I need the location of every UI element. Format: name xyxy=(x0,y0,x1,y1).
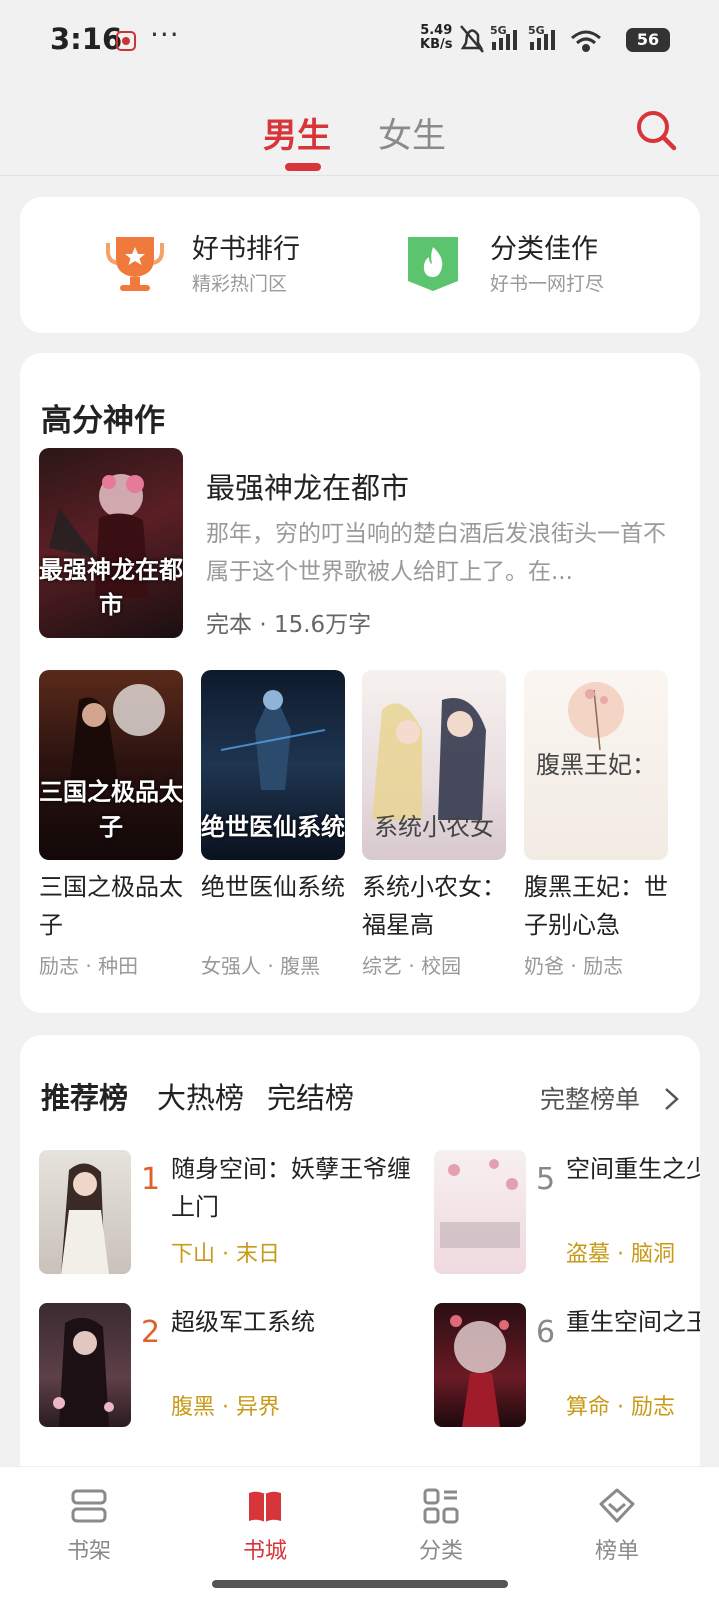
tab-recommended[interactable]: 推荐榜 xyxy=(41,1075,128,1117)
bookshelf-icon xyxy=(71,1489,107,1523)
signal-bars-icon-1: 5G xyxy=(490,24,517,50)
cover-art xyxy=(440,1159,520,1248)
book-cover[interactable]: 系统小农女 xyxy=(362,670,506,860)
rank-number: 1 xyxy=(141,1162,161,1197)
book-status: 完本 xyxy=(206,612,252,638)
quick-entry-subtitle: 精彩热门区 xyxy=(192,273,288,295)
book-title[interactable]: 重生空间之王心尖宠 xyxy=(566,1303,700,1379)
bookstore-icon xyxy=(249,1491,281,1522)
network-speed-unit: KB/s xyxy=(420,37,453,52)
nav-label: 书架 xyxy=(66,1539,111,1564)
book-tags: 综艺 · 校园 xyxy=(362,954,462,978)
tab-male[interactable]: 男生 xyxy=(263,108,331,157)
book-description: 那年，穷的叮当响的楚白酒后发浪街头一首不属于这个世界歌被人给盯上了。在... xyxy=(206,521,666,585)
book-title[interactable]: 三国之极品太子 xyxy=(39,868,189,944)
book-tags: 算命 · 励志 xyxy=(566,1395,675,1420)
book-title[interactable]: 超级军工系统 xyxy=(171,1303,411,1379)
tab-hot[interactable]: 大热榜 xyxy=(157,1075,244,1117)
chevron-right-icon[interactable] xyxy=(660,1086,682,1112)
nav-label: 书城 xyxy=(242,1539,287,1564)
book-tags: 奶爸 · 励志 xyxy=(524,954,624,978)
cover-art xyxy=(53,1317,114,1427)
book-tags: 盗墓 · 脑洞 xyxy=(566,1242,675,1267)
nav-ranking[interactable]: 榜单 xyxy=(557,1467,677,1577)
nav-bookshelf[interactable]: 书架 xyxy=(29,1467,149,1577)
category-best-entry[interactable]: 分类佳作 好书一网打尽 xyxy=(398,227,698,307)
trophy-icon xyxy=(106,237,164,291)
nav-label: 分类 xyxy=(418,1539,463,1564)
nav-category[interactable]: 分类 xyxy=(381,1467,501,1577)
high-score-section: 高分神作 最强神龙在都市 最强神龙在都市 那年，穷的叮当响的楚白酒后发浪街头一首… xyxy=(20,353,700,1013)
wifi-icon xyxy=(571,30,601,52)
network-speed: 5.49 KB/s xyxy=(420,24,452,52)
battery-indicator: 56 xyxy=(626,28,670,52)
book-tags: 女强人 · 腹黑 xyxy=(201,954,321,978)
quick-entry-title: 分类佳作 xyxy=(490,234,598,265)
book-cover[interactable] xyxy=(434,1303,526,1427)
book-cover[interactable]: 腹黑王妃： xyxy=(524,670,668,860)
cover-title-text: 腹黑王妃： xyxy=(536,751,656,779)
book-tags: 下山 · 末日 xyxy=(171,1242,280,1267)
book-cover[interactable] xyxy=(434,1150,526,1274)
active-tab-indicator xyxy=(285,163,321,171)
status-bar: 3:16 ··· 5.49 KB/s 5G 5G 56 xyxy=(0,0,719,80)
section-title: 高分神作 xyxy=(41,403,165,439)
notification-app-icon xyxy=(116,31,136,51)
book-title[interactable]: 系统小农女：福星高 xyxy=(362,868,512,944)
quick-entries-card: 好书排行 精彩热门区 分类佳作 好书一网打尽 xyxy=(20,197,700,333)
rank-number: 6 xyxy=(536,1315,556,1350)
cover-art xyxy=(450,1315,509,1427)
book-tags: 励志 · 种田 xyxy=(39,954,139,978)
network-speed-value: 5.49 xyxy=(420,23,453,38)
cover-art xyxy=(61,1163,109,1274)
cover-title-text: 最强神龙在都市 xyxy=(39,555,183,619)
rank-item[interactable]: 6 重生空间之王心尖宠 算命 · 励志 xyxy=(434,1303,700,1427)
signal-bars-icon-2: 5G xyxy=(528,24,555,50)
quick-entry-subtitle: 好书一网打尽 xyxy=(490,273,605,295)
book-meta: 完本 · 15.6万字 xyxy=(206,605,371,639)
good-books-ranking-entry[interactable]: 好书排行 精彩热门区 xyxy=(100,227,400,307)
network-type-2: 5G xyxy=(528,24,545,37)
ranking-icon xyxy=(599,1488,635,1523)
rank-item[interactable]: 1 随身空间：妖孽王爷缠上门 下山 · 末日 xyxy=(39,1150,411,1274)
more-notifications-icon: ··· xyxy=(150,18,180,51)
quick-entry-title: 好书排行 xyxy=(192,234,300,265)
search-icon[interactable] xyxy=(634,108,678,152)
mute-bell-icon xyxy=(460,25,484,53)
book-cover[interactable]: 三国之极品太子 xyxy=(39,670,183,860)
network-type-1: 5G xyxy=(490,24,507,37)
nav-label: 榜单 xyxy=(594,1539,639,1564)
top-header: 男生 女生 xyxy=(0,80,719,176)
book-title[interactable]: 随身空间：妖孽王爷缠上门 xyxy=(171,1150,411,1226)
rank-item[interactable]: 2 超级军工系统 腹黑 · 异界 xyxy=(39,1303,379,1427)
meta-separator: · xyxy=(259,612,274,638)
book-title[interactable]: 绝世医仙系统 xyxy=(201,868,351,944)
rank-item[interactable]: 5 空间重生之少宠翻天 盗墓 · 脑洞 xyxy=(434,1150,700,1274)
book-cover[interactable]: 最强神龙在都市 xyxy=(39,448,183,638)
book-word-count: 15.6万字 xyxy=(273,612,372,638)
book-tags: 腹黑 · 异界 xyxy=(171,1395,280,1420)
tab-female[interactable]: 女生 xyxy=(378,108,446,157)
book-cover[interactable] xyxy=(39,1303,131,1427)
book-title[interactable]: 腹黑王妃：世子别心急 xyxy=(524,868,674,944)
book-title[interactable]: 空间重生之少宠翻天 xyxy=(566,1150,700,1226)
book-cover[interactable] xyxy=(39,1150,131,1274)
category-icon xyxy=(423,1488,459,1524)
ranking-section: 推荐榜 大热榜 完结榜 完整榜单 1 随身空间：妖孽王爷缠上门 下山 · 末日 … xyxy=(20,1035,700,1495)
status-time: 3:16 xyxy=(50,22,123,56)
rank-number: 5 xyxy=(536,1162,556,1197)
tab-completed[interactable]: 完结榜 xyxy=(267,1075,354,1117)
flame-icon xyxy=(408,237,458,291)
cover-title-text: 绝世医仙系统 xyxy=(201,812,345,841)
cover-title-text: 系统小农女 xyxy=(374,813,494,841)
cover-title-text: 三国之极品太子 xyxy=(39,777,183,841)
full-list-link[interactable]: 完整榜单 xyxy=(540,1080,640,1116)
book-title[interactable]: 最强神龙在都市 xyxy=(206,465,409,507)
rank-number: 2 xyxy=(141,1315,161,1350)
nav-bookstore[interactable]: 书城 xyxy=(205,1467,325,1577)
book-cover[interactable]: 绝世医仙系统 xyxy=(201,670,345,860)
home-indicator[interactable] xyxy=(212,1580,508,1588)
